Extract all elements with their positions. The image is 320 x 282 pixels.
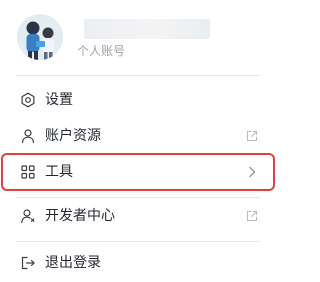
avatar[interactable] [17, 14, 63, 60]
username-redacted [84, 19, 210, 39]
external-link-icon [245, 129, 259, 143]
divider [16, 241, 261, 242]
avatar-illustration [17, 14, 63, 60]
user-icon [20, 128, 36, 144]
menu-item-settings[interactable]: 设置 [12, 84, 265, 116]
logout-icon [20, 255, 36, 271]
menu-item-account-resources[interactable]: 账户资源 [12, 120, 265, 152]
grid-icon [20, 164, 36, 180]
menu-label-settings: 设置 [45, 92, 73, 108]
menu-label-logout: 退出登录 [45, 255, 101, 271]
menu-label-developer-center: 开发者中心 [45, 208, 115, 224]
divider [16, 75, 261, 76]
menu-item-tools[interactable]: 工具 [12, 156, 265, 188]
menu-label-account-resources: 账户资源 [45, 128, 101, 144]
account-type-label: 个人账号 [77, 44, 126, 58]
account-dropdown-panel: 个人账号 设置 账户资源 工具 开发者中心 退出登录 [0, 0, 277, 282]
profile-header: 个人账号 [0, 0, 277, 75]
chevron-right-icon [245, 165, 259, 179]
divider [16, 197, 261, 198]
menu-item-developer-center[interactable]: 开发者中心 [12, 200, 265, 232]
menu-label-tools: 工具 [45, 164, 73, 180]
external-link-icon [245, 209, 259, 223]
gear-icon [20, 92, 36, 108]
developer-user-icon [20, 208, 36, 224]
menu-item-logout[interactable]: 退出登录 [12, 247, 265, 279]
